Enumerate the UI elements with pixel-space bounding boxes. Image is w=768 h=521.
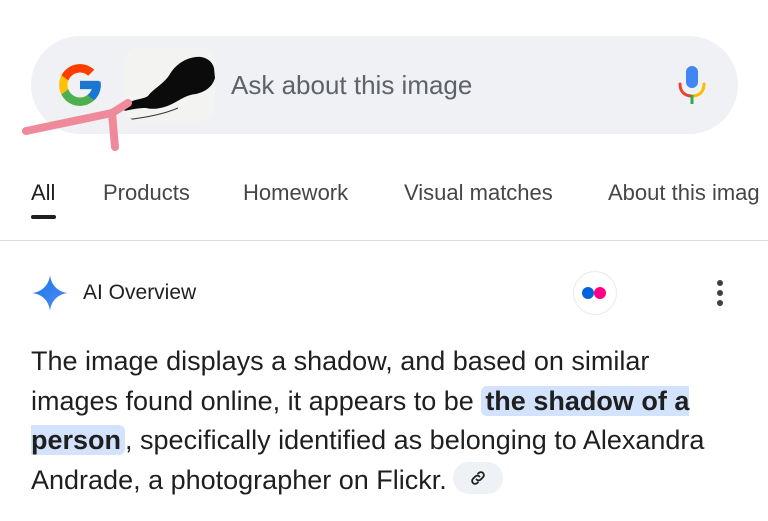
active-tab-indicator [31,215,56,219]
tab-products[interactable]: Products [103,180,190,206]
search-input[interactable]: Ask about this image [231,67,472,103]
ai-overview-text: The image displays a shadow, and based o… [31,342,741,500]
tab-about-this-image[interactable]: About this imag [608,180,760,206]
flickr-icon[interactable] [574,272,616,314]
sparkle-icon [32,275,68,311]
source-link-chip[interactable] [452,462,503,495]
tab-homework[interactable]: Homework [243,180,348,206]
more-options-icon[interactable] [708,276,732,310]
tab-bar: All Products Homework Visual matches Abo… [0,172,768,241]
tab-all[interactable]: All [31,180,55,206]
ai-overview-title: AI Overview [83,281,197,304]
overview-text-end: , specifically identified as belonging t… [31,425,705,495]
link-icon [471,471,485,486]
microphone-icon[interactable] [675,64,709,106]
annotation-arrow-icon [22,99,132,151]
tab-visual-matches[interactable]: Visual matches [404,180,553,206]
